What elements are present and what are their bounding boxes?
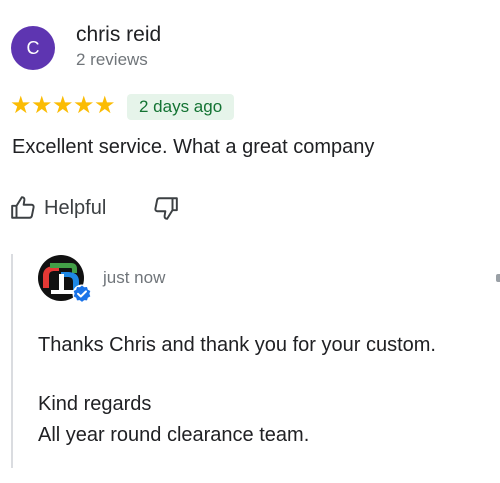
star-rating: ★ ★ ★ ★ ★ [10, 92, 116, 119]
verified-check-icon [72, 284, 92, 304]
star-icon: ★ [31, 92, 53, 119]
star-icon: ★ [94, 92, 116, 119]
helpful-label: Helpful [44, 196, 107, 219]
reply-text-line-1: Thanks Chris and thank you for your cust… [38, 334, 436, 356]
star-icon: ★ [52, 92, 74, 119]
review-text: Excellent service. What a great company [12, 136, 375, 158]
star-icon: ★ [73, 92, 95, 119]
reply-text-line-3: All year round clearance team. [38, 424, 310, 446]
thumbs-down-icon [154, 197, 178, 220]
reviewer-name[interactable]: chris reid [76, 23, 161, 47]
review-date-badge: 2 days ago [127, 94, 235, 120]
not-helpful-button[interactable] [153, 195, 181, 223]
reply-divider [11, 254, 13, 468]
star-icon: ★ [10, 92, 32, 119]
avatar-initial: C [26, 37, 40, 58]
reply-timestamp: just now [103, 268, 166, 287]
more-options-icon[interactable] [496, 274, 500, 282]
thumbs-up-icon [11, 196, 35, 219]
reply-text-line-2: Kind regards [38, 393, 152, 415]
review-card: C chris reid 2 reviews ★ ★ ★ ★ ★ 2 days ago … [0, 0, 500, 483]
review-count: 2 reviews [76, 50, 148, 69]
helpful-button[interactable]: Helpful [10, 193, 106, 223]
reviewer-avatar[interactable]: C [11, 26, 55, 70]
